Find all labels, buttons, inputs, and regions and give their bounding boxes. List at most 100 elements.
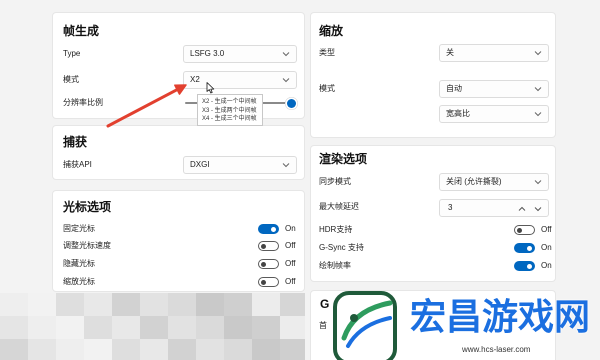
resolution-scale-label: 分辨率比例 [63, 98, 103, 107]
mosaic-block [0, 293, 28, 316]
lock-cursor-toggle[interactable] [258, 224, 279, 234]
mosaic-block [84, 293, 112, 316]
mosaic-block [56, 316, 84, 339]
type-label: Type [63, 49, 81, 58]
mosaic-block [252, 293, 280, 316]
capture-api-label: 捕获API [63, 160, 92, 169]
toggle-knob [527, 245, 532, 251]
draw-fps-toggle[interactable] [514, 261, 535, 271]
sync-mode-dropdown[interactable]: 关闭 (允许撕裂) [439, 173, 549, 191]
sync-mode-value: 关闭 (允许撕裂) [446, 177, 502, 186]
scaling-mode-value: 自动 [446, 84, 462, 93]
partial-card-title: G [320, 297, 330, 311]
scaling-title: 缩放 [319, 24, 344, 38]
scaling-type-label: 类型 [319, 48, 335, 57]
chevron-down-icon [534, 180, 542, 185]
pixelated-region [0, 293, 305, 360]
toggle-state-text: Off [285, 241, 296, 250]
mosaic-block [196, 339, 224, 360]
toggle-state-text: Off [285, 259, 296, 268]
max-frame-latency-label: 最大帧延迟 [319, 202, 359, 211]
mosaic-block [168, 316, 196, 339]
mosaic-block [140, 339, 168, 360]
capture-api-value: DXGI [190, 160, 210, 169]
mosaic-block [112, 316, 140, 339]
chevron-down-icon [282, 163, 290, 168]
rendering-card: 渲染选项 同步模式 关闭 (允许撕裂) 最大帧延迟 3 HDR支持 Off G-… [310, 145, 556, 282]
mode-options-menu: X2 - 生成一个中间帧 X3 - 生成两个中间帧 X4 - 生成三个中间帧 [197, 94, 263, 126]
mosaic-block [112, 339, 140, 360]
mosaic-block [252, 316, 280, 339]
max-frame-latency-input[interactable]: 3 [439, 199, 549, 217]
mosaic-block [28, 339, 56, 360]
mosaic-block [224, 316, 252, 339]
cursor-option-label: 调整光标速度 [63, 241, 111, 250]
toggle-state-text: Off [285, 277, 296, 286]
mosaic-block [140, 293, 168, 316]
cursor-option-label: 固定光标 [63, 224, 95, 233]
toggle-state-text: Off [541, 225, 552, 234]
mode-label: 模式 [63, 75, 79, 84]
mosaic-block [112, 293, 140, 316]
toggle-knob [517, 227, 522, 233]
mode-dropdown[interactable]: X2 [183, 71, 297, 89]
max-frame-latency-value: 3 [448, 203, 453, 212]
capture-title: 捕获 [63, 135, 88, 149]
hdr-support-toggle[interactable] [514, 225, 535, 235]
cursor-option-label: 隐藏光标 [63, 259, 95, 268]
toggle-knob [527, 263, 532, 269]
toggle-knob [261, 279, 266, 285]
toggle-knob [261, 261, 266, 267]
aspect-ratio-dropdown[interactable]: 宽高比 [439, 105, 549, 123]
scaling-type-dropdown[interactable]: 关 [439, 44, 549, 62]
watermark-logo-icon [333, 291, 397, 360]
render-option-label: HDR支持 [319, 225, 353, 234]
rendering-title: 渲染选项 [319, 152, 368, 166]
mosaic-block [280, 293, 305, 316]
cursor-option-label: 缩放光标 [63, 277, 95, 286]
scaling-mode-dropdown[interactable]: 自动 [439, 80, 549, 98]
mosaic-block [84, 339, 112, 360]
mouse-pointer-icon [206, 82, 215, 94]
mosaic-block [168, 293, 196, 316]
toggle-knob [261, 243, 266, 249]
sync-mode-label: 同步模式 [319, 177, 351, 186]
scaling-mode-label: 模式 [319, 84, 335, 93]
cursor-options-card: 光标选项 固定光标 On 调整光标速度 Off 隐藏光标 Off 缩放光标 Of… [52, 190, 305, 292]
mosaic-block [140, 316, 168, 339]
scale-cursor-toggle[interactable] [258, 277, 279, 287]
partial-card-label: 首 [319, 321, 327, 330]
frame-generation-title: 帧生成 [63, 24, 100, 38]
watermark-url: www.hcs-laser.com [462, 345, 531, 354]
adjust-cursor-speed-toggle[interactable] [258, 241, 279, 251]
mosaic-block [28, 316, 56, 339]
mosaic-block [224, 293, 252, 316]
mode-option[interactable]: X3 - 生成两个中间帧 [202, 107, 258, 116]
capture-card: 捕获 捕获API DXGI [52, 125, 305, 180]
mode-option[interactable]: X4 - 生成三个中间帧 [202, 115, 258, 124]
mode-option[interactable]: X2 - 生成一个中间帧 [202, 98, 258, 107]
mosaic-block [0, 316, 28, 339]
resolution-scale-thumb[interactable] [286, 98, 296, 108]
type-dropdown-value: LSFG 3.0 [190, 49, 225, 58]
toggle-state-text: On [285, 224, 296, 233]
chevron-down-icon[interactable] [534, 206, 542, 212]
mosaic-block [196, 316, 224, 339]
hide-cursor-toggle[interactable] [258, 259, 279, 269]
mosaic-block [0, 339, 28, 360]
mosaic-block [56, 339, 84, 360]
chevron-down-icon [282, 78, 290, 83]
capture-api-dropdown[interactable]: DXGI [183, 156, 297, 174]
toggle-state-text: On [541, 243, 552, 252]
mosaic-block [28, 293, 56, 316]
mosaic-block [280, 316, 305, 339]
render-option-label: 绘制帧率 [319, 261, 351, 270]
red-arrow-icon [106, 84, 187, 128]
chevron-up-icon[interactable] [518, 206, 526, 212]
scaling-card: 缩放 类型 关 模式 自动 宽高比 [310, 12, 556, 138]
chevron-down-icon [534, 87, 542, 92]
chevron-down-icon [282, 52, 290, 57]
cursor-options-title: 光标选项 [63, 200, 112, 214]
type-dropdown[interactable]: LSFG 3.0 [183, 45, 297, 63]
gsync-support-toggle[interactable] [514, 243, 535, 253]
